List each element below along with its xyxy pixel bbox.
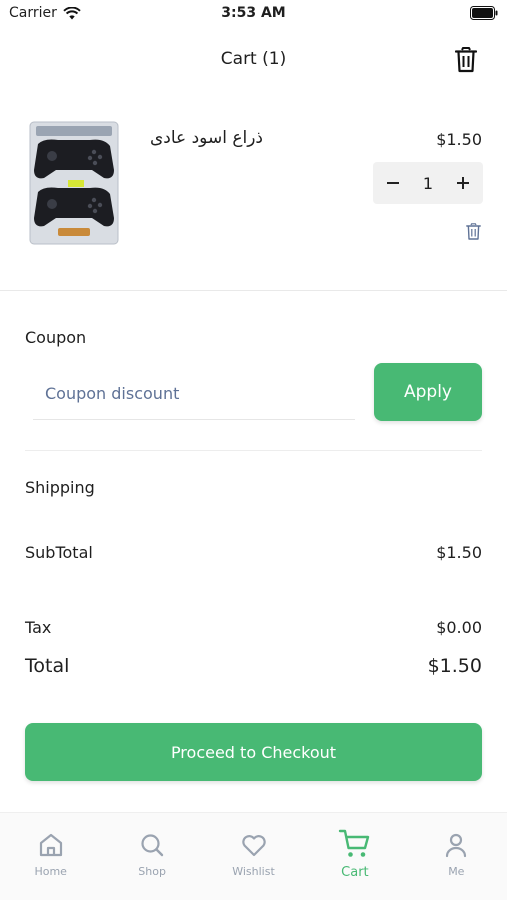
product-name[interactable]: ذراع اسود عادى (150, 128, 263, 148)
search-icon (141, 834, 164, 857)
coupon-input[interactable] (33, 368, 355, 420)
section-divider (0, 290, 507, 291)
home-icon (39, 833, 62, 857)
status-bar: Carrier 3:53 AM (0, 0, 507, 28)
quantity-value: 1 (422, 173, 434, 193)
tab-wishlist[interactable]: Wishlist (203, 813, 304, 900)
user-icon (446, 833, 467, 858)
total-value: $1.50 (427, 655, 482, 677)
product-price: $1.50 (436, 130, 482, 149)
tab-me-label: Me (448, 865, 465, 878)
nav-bar: Cart (1) (0, 36, 507, 84)
proceed-to-checkout-button[interactable]: Proceed to Checkout (25, 723, 482, 781)
battery-icon (470, 6, 498, 20)
bottom-tab-bar: Home Shop Wishlist Cart Me (0, 812, 507, 900)
page-title: Cart (1) (220, 49, 287, 69)
tab-cart-label: Cart (341, 865, 369, 880)
remove-item-trash-icon[interactable] (466, 223, 481, 240)
product-image[interactable] (28, 120, 120, 246)
total-label: Total (25, 655, 70, 677)
tab-home[interactable]: Home (0, 813, 101, 900)
subtotal-value: $1.50 (436, 543, 482, 562)
tax-label: Tax (25, 618, 52, 637)
cart-icon (338, 829, 370, 857)
decrease-quantity-button[interactable] (385, 175, 401, 191)
tab-cart[interactable]: Cart (304, 813, 405, 900)
tax-value: $0.00 (436, 618, 482, 637)
shipping-label: Shipping (25, 478, 95, 497)
cart-item: ذراع اسود عادى $1.50 1 (0, 100, 507, 275)
clear-cart-trash-icon[interactable] (455, 47, 477, 73)
heart-icon (241, 835, 266, 857)
tab-home-label: Home (34, 865, 67, 878)
tab-shop-label: Shop (138, 865, 166, 878)
tab-shop[interactable]: Shop (101, 813, 202, 900)
section-divider (25, 450, 482, 451)
apply-coupon-button[interactable]: Apply (374, 363, 482, 421)
quantity-stepper: 1 (373, 162, 483, 204)
subtotal-label: SubTotal (25, 543, 93, 562)
status-time: 3:53 AM (221, 5, 286, 21)
tab-wishlist-label: Wishlist (232, 865, 275, 878)
coupon-label: Coupon (25, 328, 87, 347)
increase-quantity-button[interactable] (455, 175, 471, 191)
tab-me[interactable]: Me (406, 813, 507, 900)
